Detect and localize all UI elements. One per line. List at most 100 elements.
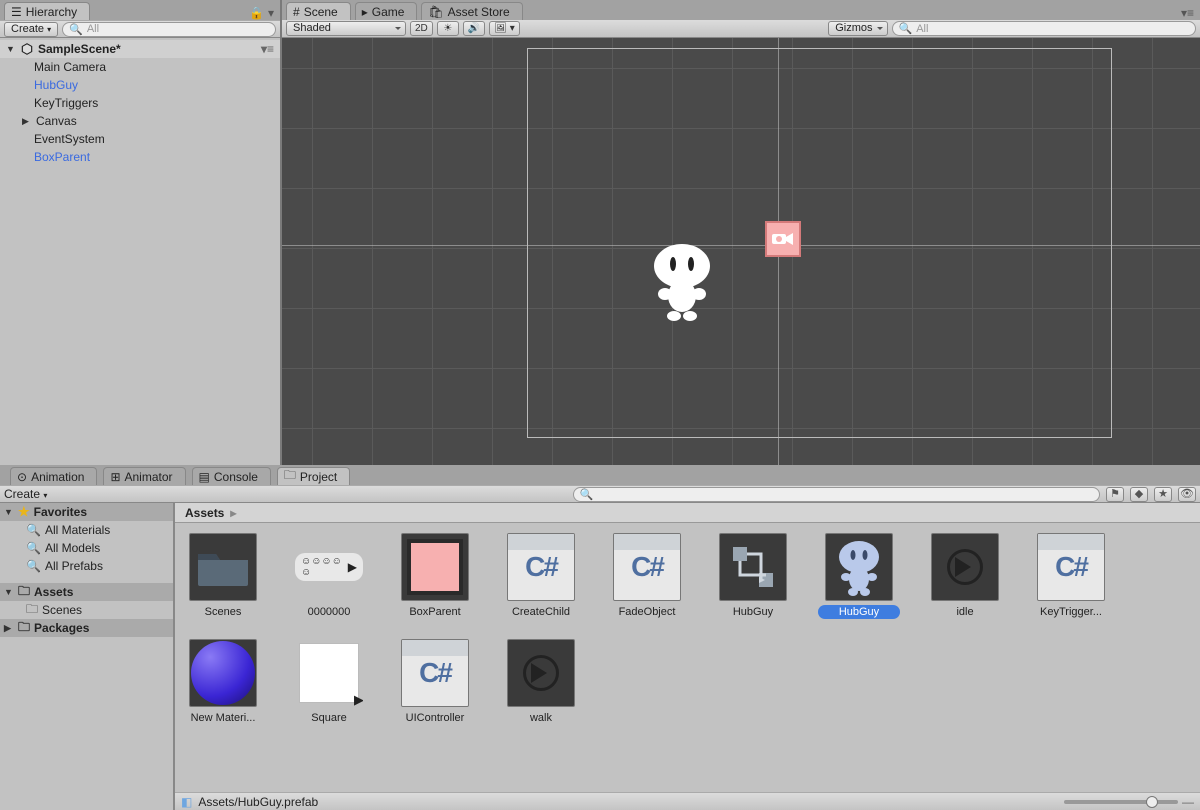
asset-item[interactable]: BoxParent	[399, 533, 471, 619]
assets-panel: Assets▸ Scenes☺☺☺☺☺▶0000000BoxParentC#Cr…	[175, 503, 1200, 810]
hierarchy-item[interactable]: BoxParent	[0, 148, 280, 166]
favorites-row[interactable]: ▼★Favorites	[0, 503, 173, 521]
asset-item[interactable]: HubGuy	[823, 533, 895, 619]
hubguy-sprite[interactable]	[647, 238, 717, 323]
hierarchy-item[interactable]: KeyTriggers	[0, 94, 280, 112]
scene-row[interactable]: ▼ SampleScene* ▾≡	[0, 40, 280, 58]
asset-item[interactable]: C#CreateChild	[505, 533, 577, 619]
menu-icon[interactable]: ▾≡	[1181, 6, 1194, 20]
asset-thumb: ▶	[295, 639, 363, 707]
hierarchy-item[interactable]: EventSystem	[0, 130, 280, 148]
search-placeholder: All	[87, 23, 99, 35]
toggle-fx[interactable]: 🖼 ▾	[489, 21, 520, 36]
packages-row[interactable]: ▶🗀Packages	[0, 619, 173, 637]
camera-icon	[771, 229, 795, 249]
fold-icon[interactable]: ▶	[22, 116, 32, 127]
tab-animator-label: Animator	[125, 470, 173, 484]
fold-icon[interactable]: ▼	[4, 507, 14, 517]
asset-item[interactable]: C#KeyTrigger...	[1035, 533, 1107, 619]
search-icon: 🔍	[69, 23, 83, 36]
toggle-audio[interactable]: 🔊	[463, 21, 485, 36]
hierarchy-item-label: BoxParent	[34, 150, 90, 164]
tab-hierarchy[interactable]: ☰ Hierarchy	[4, 2, 90, 20]
hierarchy-tab-label: Hierarchy	[26, 5, 77, 19]
assets-row[interactable]: ▼🗀Assets	[0, 583, 173, 601]
menu-icon[interactable]: ▾	[268, 6, 274, 20]
tab-project[interactable]: 🗀Project	[277, 467, 350, 485]
search-icon: 🔍	[580, 488, 594, 501]
hierarchy-item[interactable]: ▶Canvas	[0, 112, 280, 130]
tab-animator[interactable]: ⊞Animator	[103, 467, 185, 485]
asset-item[interactable]: C#FadeObject	[611, 533, 683, 619]
asset-thumb: C#	[401, 639, 469, 707]
gizmos-dropdown[interactable]: Gizmos	[828, 21, 887, 36]
breadcrumb[interactable]: Assets ▸	[175, 503, 1200, 523]
hierarchy-item[interactable]: HubGuy	[0, 76, 280, 94]
tab-console[interactable]: ▤ Console	[192, 467, 271, 485]
thumbnail-size-slider[interactable]: —	[1064, 795, 1194, 809]
favorite-button[interactable]: ★	[1154, 487, 1172, 502]
asset-folder-item[interactable]: 🗀Scenes	[0, 601, 173, 619]
favorite-label: All Models	[45, 541, 100, 555]
hidden-button[interactable]: 👁	[1178, 487, 1196, 502]
scene-toolbar: Shaded 2D ☀ 🔊 🖼 ▾ Gizmos 🔍All	[282, 20, 1200, 38]
create-button[interactable]: Create ▾	[4, 22, 58, 37]
asset-item[interactable]: ☺☺☺☺☺▶0000000	[293, 533, 365, 619]
asset-item[interactable]: HubGuy	[717, 533, 789, 619]
asset-item[interactable]: Scenes	[187, 533, 259, 619]
asset-label: idle	[924, 605, 1006, 619]
asset-item[interactable]: walk	[505, 639, 577, 725]
chevron-right-icon: ▸	[230, 506, 236, 520]
assets-label: Assets	[34, 585, 73, 599]
asset-item[interactable]: New Materi...	[187, 639, 259, 725]
folder-label: Scenes	[42, 603, 82, 617]
shading-dropdown[interactable]: Shaded	[286, 21, 406, 36]
search-icon: 🔍	[26, 523, 41, 537]
toggle-lighting[interactable]: ☀	[437, 21, 459, 36]
scene-search[interactable]: 🔍All	[892, 21, 1196, 36]
asset-thumb: C#	[1037, 533, 1105, 601]
fold-icon[interactable]: ▶	[4, 623, 14, 634]
asset-item[interactable]: idle	[929, 533, 1001, 619]
asset-label: Square	[288, 711, 370, 725]
scene-panel: #Scene ▸Game 🛍Asset Store ▾≡ Shaded 2D ☀…	[282, 0, 1200, 465]
scene-menu-icon[interactable]: ▾≡	[261, 42, 280, 56]
favorite-item[interactable]: 🔍All Materials	[0, 521, 173, 539]
tab-scene-label: Scene	[304, 5, 338, 19]
favorite-item[interactable]: 🔍All Models	[0, 539, 173, 557]
console-icon: ▤	[199, 470, 210, 484]
favorites-label: Favorites	[34, 505, 87, 519]
hierarchy-search[interactable]: 🔍 All	[62, 22, 276, 37]
project-tree: ▼★Favorites 🔍All Materials🔍All Models🔍Al…	[0, 503, 175, 810]
hierarchy-item[interactable]: Main Camera	[0, 58, 280, 76]
favorite-item[interactable]: 🔍All Prefabs	[0, 557, 173, 575]
tab-asset-store[interactable]: 🛍Asset Store	[421, 2, 522, 20]
toggle-2d[interactable]: 2D	[410, 21, 433, 36]
hierarchy-tabrow: ☰ Hierarchy 🔒 ▾	[0, 0, 280, 20]
tab-game[interactable]: ▸Game	[355, 2, 418, 20]
fold-icon[interactable]: ▼	[6, 44, 16, 54]
asset-label: CreateChild	[500, 605, 582, 619]
tab-scene[interactable]: #Scene	[286, 2, 351, 20]
asset-item[interactable]: C#UIController	[399, 639, 471, 725]
asset-item[interactable]: ▶Square	[293, 639, 365, 725]
favorite-label: All Prefabs	[45, 559, 103, 573]
filter-type-button[interactable]: ◆	[1130, 487, 1148, 502]
lock-icon[interactable]: 🔒	[249, 6, 264, 20]
tab-animation[interactable]: ⊙Animation	[10, 467, 97, 485]
project-create-button[interactable]: Create ▾	[4, 487, 47, 501]
camera-gizmo[interactable]	[765, 221, 801, 257]
hierarchy-item-label: Main Camera	[34, 60, 106, 74]
fold-icon[interactable]: ▼	[4, 587, 14, 597]
tab-game-label: Game	[372, 5, 405, 19]
asset-label: HubGuy	[712, 605, 794, 619]
breadcrumb-label: Assets	[185, 506, 224, 520]
hierarchy-toolbar: Create ▾ 🔍 All	[0, 20, 280, 38]
tab-console-label: Console	[214, 470, 258, 484]
slider-end-icon: —	[1182, 795, 1194, 809]
scene-viewport[interactable]	[282, 38, 1200, 465]
project-search[interactable]: 🔍	[573, 487, 1100, 502]
asset-label: UIController	[394, 711, 476, 725]
filter-button[interactable]: ⚑	[1106, 487, 1124, 502]
asset-label: KeyTrigger...	[1030, 605, 1112, 619]
